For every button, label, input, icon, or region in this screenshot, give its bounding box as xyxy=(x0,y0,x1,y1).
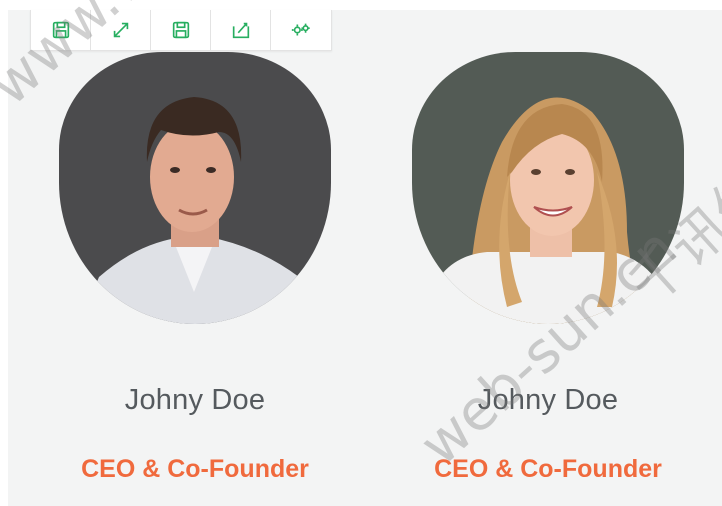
save-icon xyxy=(52,21,69,39)
move-button[interactable] xyxy=(91,10,151,50)
edit-icon xyxy=(232,22,249,39)
member-name: Johny Doe xyxy=(124,384,266,416)
save-icon xyxy=(172,21,189,39)
member-photo xyxy=(59,52,331,324)
settings-icon xyxy=(291,23,310,36)
woman-portrait-image xyxy=(412,52,684,324)
team-member-card: Johny Doe CEO & Co-Founder xyxy=(411,52,685,484)
settings-button[interactable] xyxy=(271,10,331,50)
member-role: CEO & Co-Founder xyxy=(434,455,662,483)
member-name: Johny Doe xyxy=(477,384,619,416)
member-photo xyxy=(412,52,684,324)
move-icon xyxy=(113,22,128,38)
save-copy-button[interactable] xyxy=(151,10,211,50)
block-toolbar xyxy=(30,10,332,51)
member-role: CEO & Co-Founder xyxy=(81,455,309,483)
man-portrait-image xyxy=(59,52,331,324)
save-button[interactable] xyxy=(31,10,91,50)
team-section: Johny Doe CEO & Co-Founder Johny Doe CEO… xyxy=(0,0,722,506)
team-member-card: Johny Doe CEO & Co-Founder xyxy=(58,52,332,484)
edit-button[interactable] xyxy=(211,10,271,50)
